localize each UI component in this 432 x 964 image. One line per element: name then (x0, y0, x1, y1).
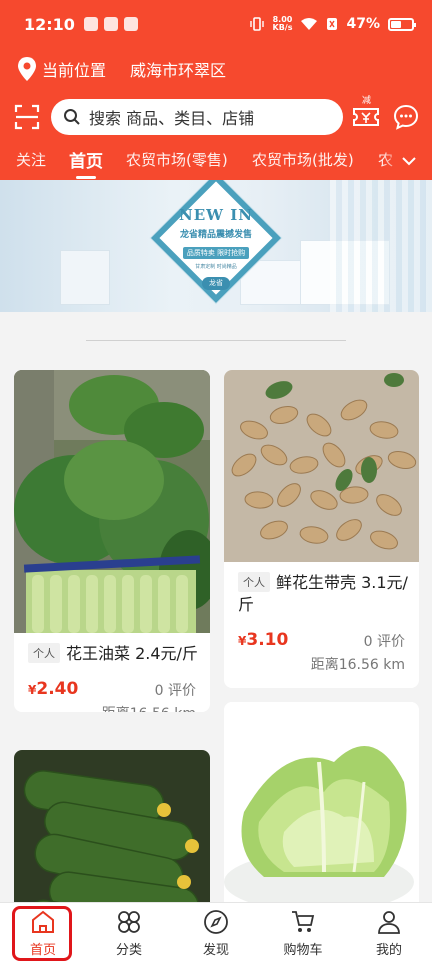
nav-home-highlight (12, 906, 72, 961)
banner-heading: NEW IN (179, 206, 253, 224)
product-info: 个人 鲜花生带壳 3.1元/斤 ¥3.10 0 评价 距离16.56 km (224, 572, 419, 673)
notification-icon (104, 17, 118, 31)
battery-percent: 47% (346, 16, 380, 32)
promo-banner[interactable]: NEW IN 龙省精品震撼发售 品质特卖 限时抢购 甘肃定制 时尚精品 龙省 (0, 180, 432, 312)
category-tabs: 关注 首页 农贸市场(零售) 农贸市场(批发) 农 (0, 146, 432, 180)
product-card[interactable] (14, 750, 210, 902)
scan-icon[interactable] (14, 104, 40, 130)
banner-subtitle: 品质特卖 限时抢购 (182, 247, 250, 259)
cart-icon (292, 911, 315, 932)
distance: 距离16.56 km (310, 657, 405, 673)
seller-type-badge: 个人 (28, 643, 60, 663)
compass-icon (204, 910, 228, 934)
product-price: ¥2.40 (28, 679, 79, 699)
tab-home[interactable]: 首页 (69, 147, 103, 172)
wifi-icon (301, 18, 318, 30)
product-image (224, 370, 419, 562)
chevron-down-icon[interactable] (400, 152, 418, 170)
location-pin-icon (18, 57, 36, 81)
sim-icon (327, 18, 338, 30)
vibrate-icon (249, 17, 264, 31)
product-price: ¥3.10 (238, 630, 289, 650)
product-feed: 个人花王油菜 2.4元/斤 ¥2.40 0 评价 距离16.56 km (0, 312, 432, 902)
notification-icon (84, 17, 98, 31)
product-image (224, 702, 419, 902)
product-image (14, 370, 210, 633)
message-icon[interactable] (393, 104, 419, 130)
product-image (14, 750, 210, 902)
distance: 距离16.56 km (102, 703, 196, 712)
category-icon (118, 911, 140, 933)
status-bar: 12:10 8.00 KB/s 47% (0, 0, 432, 50)
search-input[interactable]: 搜索 商品、类目、店铺 (51, 99, 343, 135)
tab-farmers-market-retail[interactable]: 农贸市场(零售) (126, 149, 228, 170)
tab-follow[interactable]: 关注 (16, 149, 46, 170)
product-card[interactable] (224, 702, 419, 902)
notification-icon (124, 17, 138, 31)
nav-cart[interactable]: 购物车 (268, 909, 338, 958)
product-card[interactable]: 个人花王油菜 2.4元/斤 ¥2.40 0 评价 距离16.56 km (14, 370, 210, 712)
seller-type-badge: 个人 (238, 572, 270, 592)
product-card[interactable]: 个人 鲜花生带壳 3.1元/斤 ¥3.10 0 评价 距离16.56 km (224, 370, 419, 688)
app-header: 12:10 8.00 KB/s 47% 当前位置 威海市环翠区 搜索 商品、类目… (0, 0, 432, 180)
review-count: 0 评价 (363, 634, 405, 650)
banner-decoration (330, 180, 432, 312)
tab-active-indicator (76, 176, 96, 179)
status-right: 8.00 KB/s 47% (249, 15, 416, 32)
battery-icon (388, 17, 416, 31)
product-name: 花王油菜 2.4元/斤 (66, 644, 198, 663)
nav-discover[interactable]: 发现 (181, 909, 251, 958)
search-placeholder: 搜索 商品、类目、店铺 (89, 109, 255, 128)
location-label: 当前位置 (42, 61, 107, 80)
section-divider (86, 340, 346, 341)
banner-text: NEW IN 龙省精品震撼发售 品质特卖 限时抢购 甘肃定制 时尚精品 龙省 (150, 206, 282, 290)
nav-category[interactable]: 分类 (94, 909, 164, 958)
coupon-icon[interactable] (352, 104, 380, 130)
banner-title: 龙省精品震撼发售 (179, 230, 252, 240)
tab-farmers-market-wholesale[interactable]: 农贸市场(批发) (252, 149, 354, 170)
search-icon (64, 109, 80, 125)
location-city: 威海市环翠区 (130, 61, 227, 80)
user-icon (378, 911, 400, 934)
banner-small-text: 甘肃定制 时尚精品 (195, 264, 237, 270)
review-count: 0 评价 (154, 683, 196, 699)
banner-decoration (60, 250, 110, 305)
status-time: 12:10 (24, 15, 75, 34)
net-speed: 8.00 KB/s (272, 15, 293, 32)
location-selector[interactable]: 当前位置 威海市环翠区 (16, 55, 226, 83)
product-info: 个人花王油菜 2.4元/斤 ¥2.40 0 评价 距离16.56 km (14, 643, 210, 712)
banner-seal: 龙省 (202, 277, 230, 290)
nav-profile[interactable]: 我的 (354, 909, 424, 958)
